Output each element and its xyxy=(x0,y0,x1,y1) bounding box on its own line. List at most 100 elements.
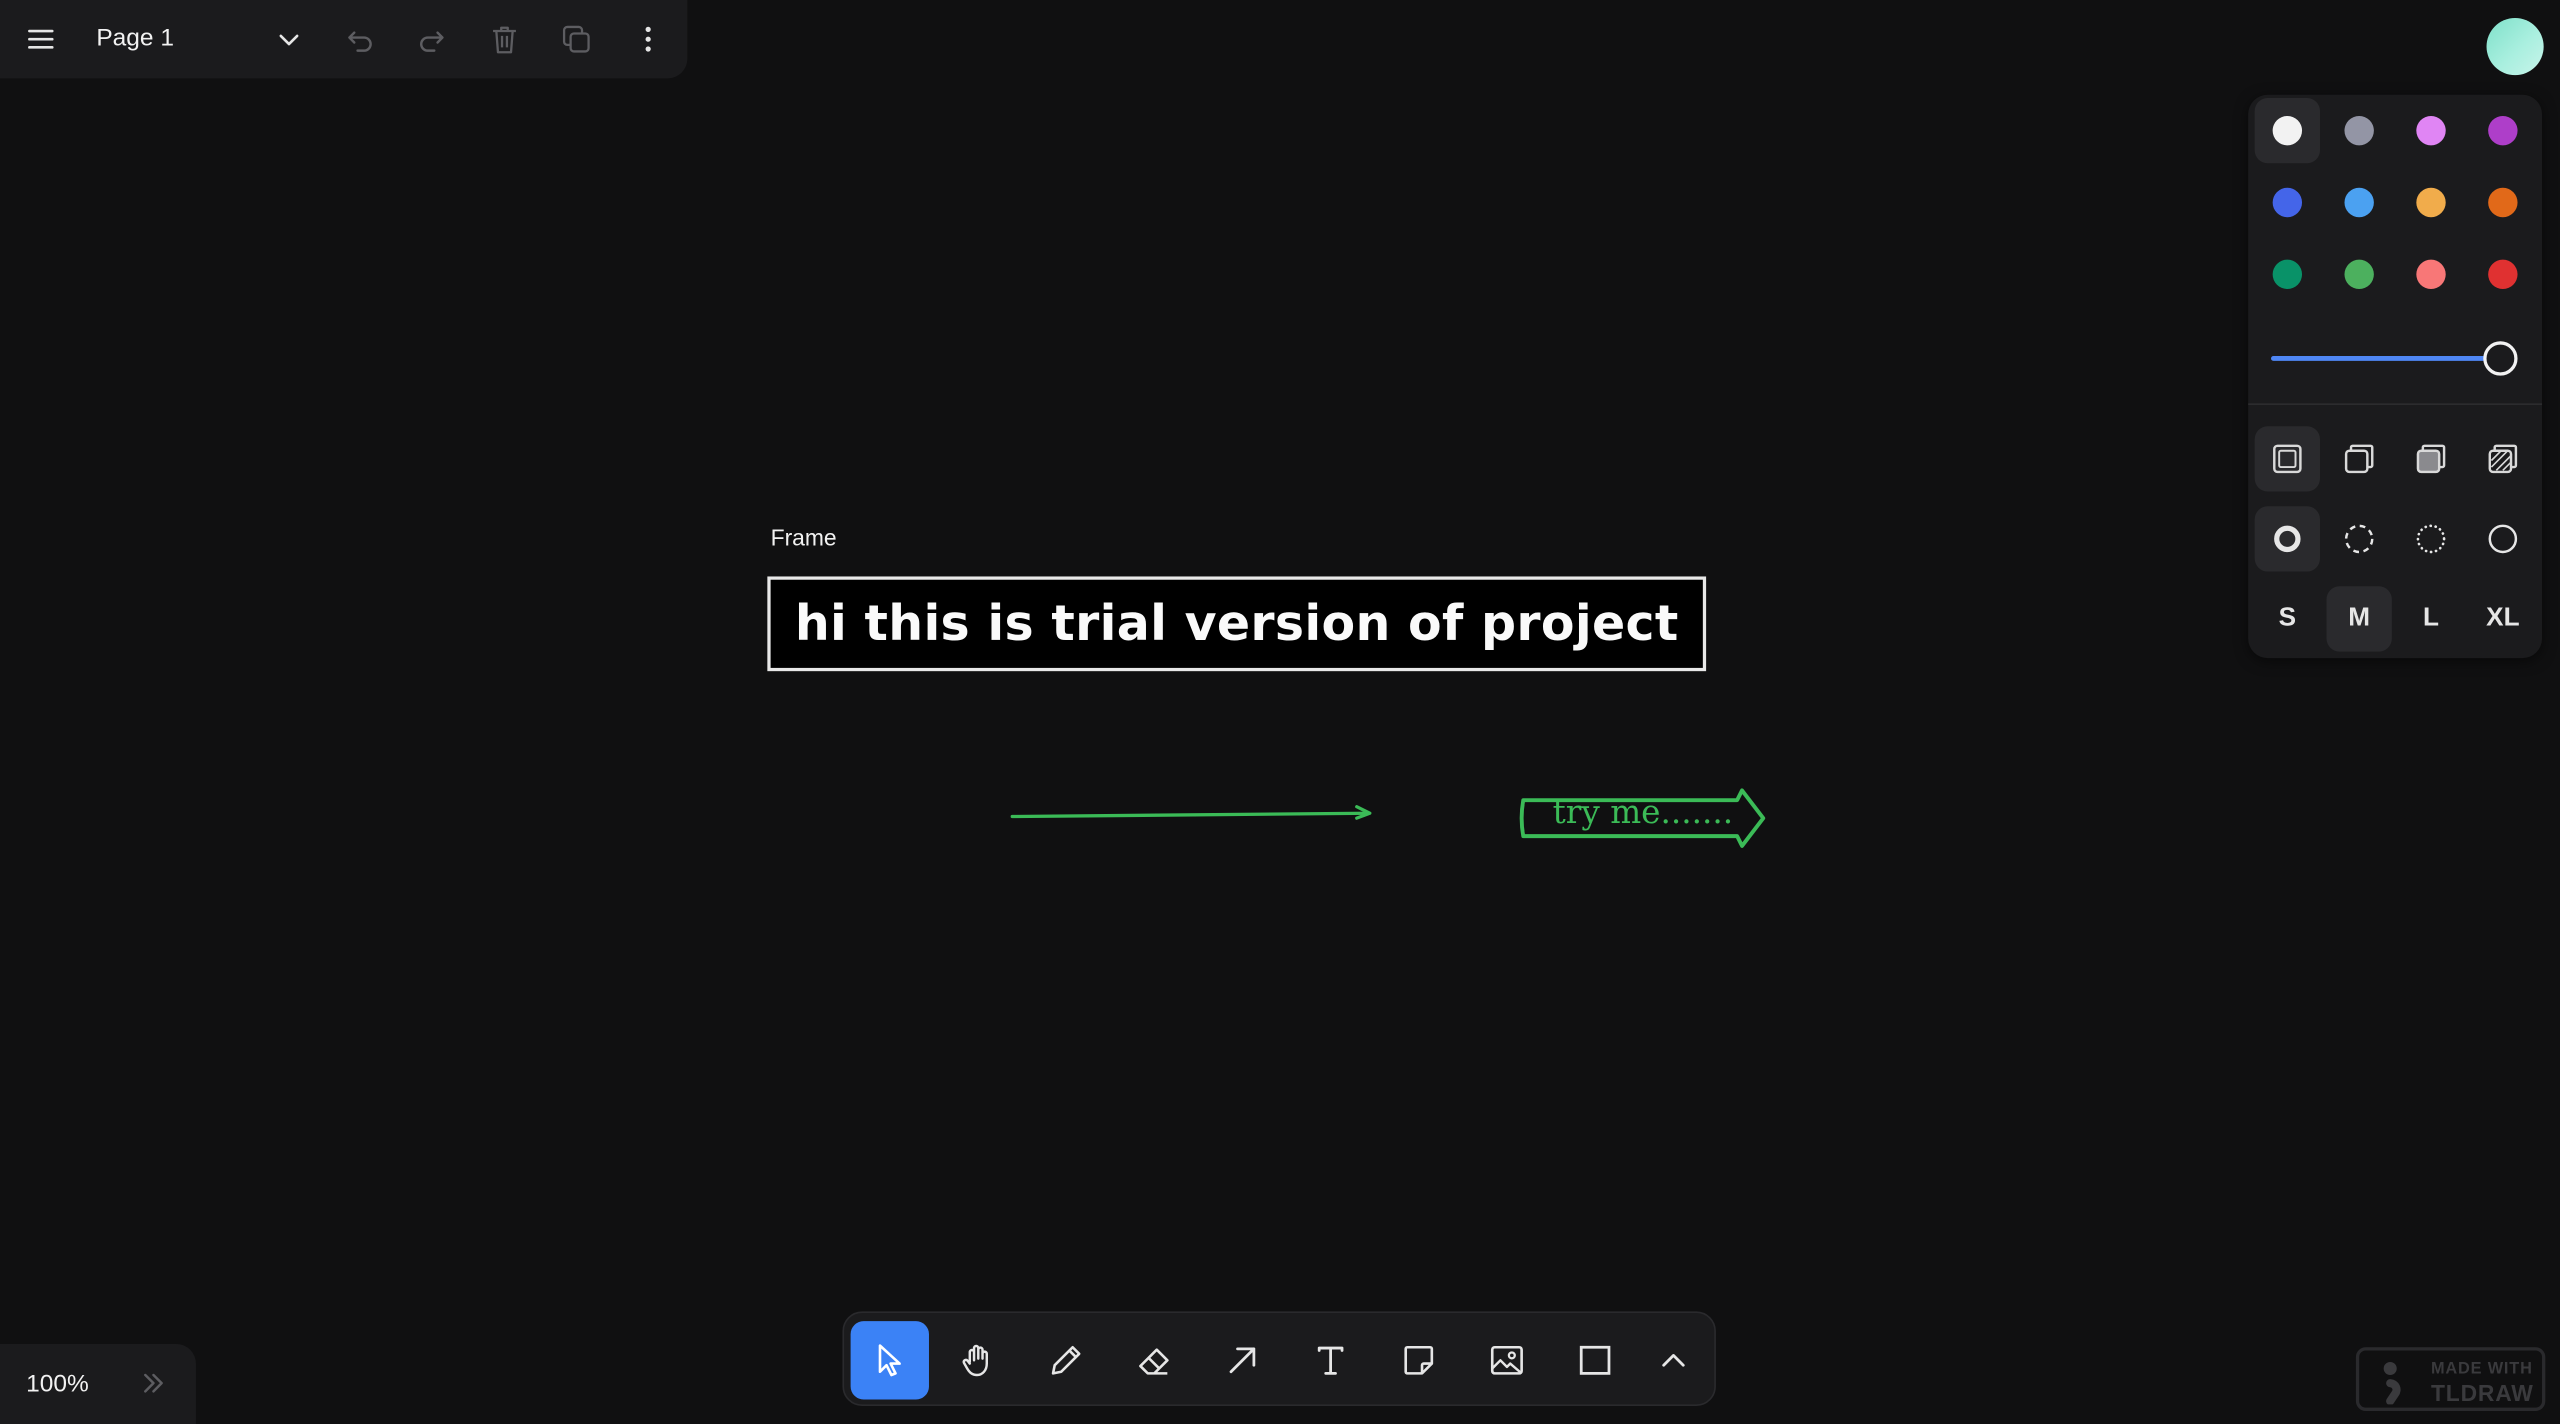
page-menu-button[interactable] xyxy=(256,7,321,72)
rectangle-icon xyxy=(1579,1345,1611,1375)
tool-more[interactable] xyxy=(1638,1321,1710,1399)
fill-solid-button[interactable] xyxy=(2398,426,2463,491)
style-panel-divider xyxy=(2248,403,2543,405)
color-swatch-light-green xyxy=(2344,259,2374,290)
color-blue-button[interactable] xyxy=(2255,170,2320,235)
color-green-button[interactable] xyxy=(2255,242,2320,307)
frame[interactable]: hi this is trial version of project xyxy=(767,576,1707,672)
main-menu-button[interactable] xyxy=(8,7,73,72)
arrow-right-shape[interactable]: try me....... xyxy=(1515,785,1773,850)
chevron-up-icon xyxy=(1662,1354,1685,1367)
tldraw-watermark[interactable]: MADE WITH TLDRAW xyxy=(2355,1347,2546,1411)
color-swatch-green xyxy=(2272,259,2303,290)
dash-dotted-button[interactable] xyxy=(2398,506,2463,571)
size-m-button[interactable]: M xyxy=(2326,586,2392,652)
dash-dashed-button[interactable] xyxy=(2327,506,2392,571)
color-light-blue-button[interactable] xyxy=(2327,170,2392,235)
cursor-icon xyxy=(878,1344,901,1377)
tool-hand[interactable] xyxy=(939,1321,1017,1399)
dash-dotted-icon xyxy=(2416,524,2446,554)
color-swatch-orange xyxy=(2488,187,2518,218)
fill-none-icon xyxy=(2273,444,2302,474)
green-arrow-shape[interactable] xyxy=(999,797,1383,830)
frame-label[interactable]: Frame xyxy=(771,524,837,550)
more-vertical-icon xyxy=(645,26,651,52)
dash-draw-button[interactable] xyxy=(2254,506,2320,572)
eraser-icon xyxy=(1139,1348,1169,1375)
tool-note[interactable] xyxy=(1380,1321,1458,1399)
dash-solid-button[interactable] xyxy=(2470,506,2535,571)
color-swatch-red xyxy=(2488,259,2518,290)
color-swatch-grey xyxy=(2344,115,2374,146)
dash-draw-icon xyxy=(2274,525,2301,553)
pencil-icon xyxy=(1051,1345,1081,1375)
color-swatch-white xyxy=(2272,115,2303,146)
size-s-button[interactable]: S xyxy=(2255,586,2320,651)
tool-rectangle[interactable] xyxy=(1556,1321,1634,1399)
text-icon xyxy=(1317,1346,1344,1375)
undo-icon xyxy=(348,31,372,52)
fill-none-button[interactable] xyxy=(2254,426,2320,492)
zoom-panel: 100% xyxy=(0,1343,196,1424)
size-l-label: L xyxy=(2423,604,2440,632)
color-light-green-button[interactable] xyxy=(2327,242,2392,307)
color-white-button[interactable] xyxy=(2254,97,2320,164)
image-icon xyxy=(1490,1345,1523,1375)
watermark-made-with: MADE WITH xyxy=(2431,1360,2533,1379)
fill-pattern-icon xyxy=(2488,444,2518,474)
more-actions-button[interactable] xyxy=(616,7,681,72)
tool-text[interactable] xyxy=(1291,1321,1369,1399)
color-light-red-button[interactable] xyxy=(2398,242,2463,307)
tool-image[interactable] xyxy=(1468,1321,1546,1399)
frame-text[interactable]: hi this is trial version of project xyxy=(795,595,1679,652)
opacity-slider-thumb[interactable] xyxy=(2483,341,2518,376)
menu-panel: Page 1 xyxy=(0,0,688,79)
arrow-shape-text[interactable]: try me....... xyxy=(1553,792,1734,831)
redo-icon xyxy=(420,31,444,52)
color-swatch-violet xyxy=(2488,115,2518,146)
toggle-minimap-button[interactable] xyxy=(121,1351,186,1416)
redo-button[interactable] xyxy=(398,7,463,72)
color-swatch-light-red xyxy=(2416,259,2446,290)
duplicate-icon xyxy=(562,25,590,53)
tool-select[interactable] xyxy=(850,1321,929,1400)
color-grey-button[interactable] xyxy=(2327,98,2392,163)
page-name[interactable]: Page 1 xyxy=(96,23,174,56)
size-xl-label: XL xyxy=(2486,604,2520,632)
dash-solid-icon xyxy=(2488,524,2518,554)
avatar[interactable] xyxy=(2486,17,2544,76)
fill-semi-button[interactable] xyxy=(2327,426,2392,491)
dash-dashed-icon xyxy=(2344,524,2374,554)
color-light-violet-button[interactable] xyxy=(2398,98,2463,163)
note-icon xyxy=(1404,1345,1434,1375)
undo-button[interactable] xyxy=(328,7,393,72)
tldraw-logo-icon xyxy=(2383,1361,2401,1405)
chevrons-right-icon xyxy=(144,1373,163,1393)
tool-draw[interactable] xyxy=(1027,1321,1105,1399)
color-orange-button[interactable] xyxy=(2470,170,2535,235)
duplicate-button[interactable] xyxy=(544,7,609,72)
size-s-label: S xyxy=(2278,604,2297,632)
hand-icon xyxy=(962,1344,988,1377)
tool-eraser[interactable] xyxy=(1115,1321,1193,1399)
fill-semi-icon xyxy=(2344,444,2374,474)
color-violet-button[interactable] xyxy=(2470,98,2535,163)
toolbar xyxy=(842,1311,1716,1407)
style-panel: S M L XL xyxy=(2248,94,2543,659)
size-m-label: M xyxy=(2348,604,2371,632)
color-swatch-light-violet xyxy=(2416,115,2446,146)
opacity-slider-track[interactable] xyxy=(2271,356,2500,361)
fill-pattern-button[interactable] xyxy=(2470,426,2535,491)
size-xl-button[interactable]: XL xyxy=(2470,586,2535,651)
color-red-button[interactable] xyxy=(2470,242,2535,307)
tool-arrow[interactable] xyxy=(1203,1321,1281,1399)
size-l-button[interactable]: L xyxy=(2398,586,2463,651)
color-swatch-blue xyxy=(2272,187,2303,218)
trash-icon xyxy=(493,26,516,54)
watermark-tldraw: TLDRAW xyxy=(2431,1379,2534,1407)
delete-button[interactable] xyxy=(472,7,537,72)
zoom-level[interactable]: 100% xyxy=(26,1370,89,1398)
fill-solid-icon xyxy=(2416,444,2446,474)
color-swatch-light-blue xyxy=(2344,187,2374,218)
color-yellow-button[interactable] xyxy=(2398,170,2463,235)
